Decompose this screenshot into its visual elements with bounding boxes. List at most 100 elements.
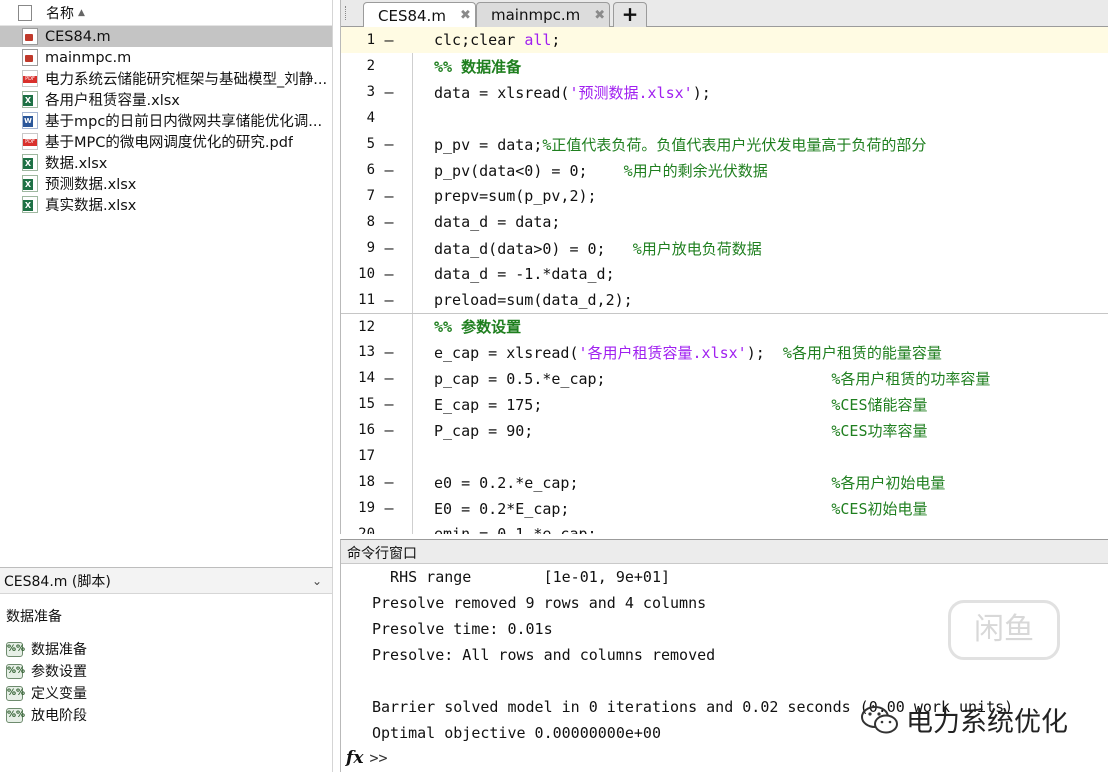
file-list-header[interactable]: 名称 ▲: [0, 0, 332, 26]
file-item[interactable]: CES84.m: [0, 26, 332, 47]
code-line[interactable]: 11 — preload=sum(data_d,2);: [341, 287, 1108, 313]
code-token: data_d(data>0) = 0;: [434, 239, 633, 258]
section-item[interactable]: %% 定义变量: [0, 682, 332, 704]
breakpoint-marker[interactable]: —: [381, 31, 397, 49]
code-token: E_cap = 175;: [434, 395, 832, 414]
file-item[interactable]: 基于mpc的日前日内微网共享储能优化调...: [0, 110, 332, 131]
code-line[interactable]: 1 — clc;clear all;: [341, 27, 1108, 53]
code-line[interactable]: 20 — emin = 0.1.*e_cap;: [341, 521, 1108, 534]
line-number[interactable]: 12: [341, 319, 375, 335]
tab-ces84[interactable]: CES84.m ✖: [363, 2, 476, 28]
code-line[interactable]: 15 — E_cap = 175; %CES储能容量: [341, 391, 1108, 417]
breakpoint-marker[interactable]: —: [381, 343, 397, 361]
breakpoint-marker[interactable]: —: [381, 213, 397, 231]
code-line[interactable]: 18 — e0 = 0.2.*e_cap; %各用户初始电量: [341, 469, 1108, 495]
line-number[interactable]: 7: [341, 188, 375, 204]
line-number[interactable]: 9: [341, 240, 375, 256]
code-line[interactable]: 3 — data = xlsread('预测数据.xlsx');: [341, 79, 1108, 105]
code-token: clc;clear: [434, 31, 525, 49]
function-browser-icon[interactable]: fx: [346, 748, 363, 768]
code-token: ;: [551, 31, 561, 49]
command-window-title: 命令行窗口: [341, 540, 1108, 564]
code-token: %各用户初始电量: [831, 473, 946, 492]
breakpoint-marker[interactable]: —: [381, 135, 397, 153]
breakpoint-marker[interactable]: —: [381, 499, 397, 517]
code-token: '预测数据.xlsx': [569, 83, 693, 102]
code-text: p_cap = 0.5.*e_cap; %各用户租赁的功率容量: [434, 368, 990, 389]
code-line[interactable]: 10 — data_d = -1.*data_d;: [341, 261, 1108, 287]
line-number[interactable]: 18: [341, 474, 375, 490]
file-item[interactable]: mainmpc.m: [0, 47, 332, 68]
code-line[interactable]: 7 — prepv=sum(p_pv,2);: [341, 183, 1108, 209]
close-icon[interactable]: ✖: [594, 8, 605, 23]
breakpoint-marker[interactable]: —: [381, 83, 397, 101]
file-name: mainmpc.m: [45, 49, 132, 66]
tab-mainmpc[interactable]: mainmpc.m ✖: [476, 2, 610, 27]
line-number[interactable]: 13: [341, 344, 375, 360]
code-line[interactable]: 16 — P_cap = 90; %CES功率容量: [341, 417, 1108, 443]
breakpoint-marker[interactable]: —: [381, 265, 397, 283]
breakpoint-marker[interactable]: —: [381, 473, 397, 491]
code-line[interactable]: 9 — data_d(data>0) = 0; %用户放电负荷数据: [341, 235, 1108, 261]
line-number[interactable]: 10: [341, 266, 375, 282]
breakpoint-marker[interactable]: —: [381, 369, 397, 387]
line-number[interactable]: 2: [341, 58, 375, 74]
line-number[interactable]: 15: [341, 396, 375, 412]
code-text: p_pv(data<0) = 0; %用户的剩余光伏数据: [434, 160, 768, 181]
code-editor[interactable]: 1 — clc;clear all; 2 %% 数据准备 3 — data = xlsread…: [341, 27, 1108, 534]
breakpoint-marker[interactable]: —: [381, 525, 397, 534]
code-token: %正值代表负荷。负值代表用户光伏发电量高于负荷的部分: [542, 135, 927, 154]
code-text: %% 数据准备: [434, 56, 521, 77]
line-number[interactable]: 5: [341, 136, 375, 152]
section-item[interactable]: %% 放电阶段: [0, 704, 332, 726]
line-number[interactable]: 17: [341, 448, 375, 464]
code-line[interactable]: 19 — E0 = 0.2*E_cap; %CES初始电量: [341, 495, 1108, 521]
breakpoint-marker[interactable]: —: [381, 239, 397, 257]
breakpoint-marker[interactable]: —: [381, 421, 397, 439]
code-line[interactable]: 14 — p_cap = 0.5.*e_cap; %各用户租赁的功率容量: [341, 365, 1108, 391]
line-number[interactable]: 3: [341, 84, 375, 100]
section-icon: %%: [6, 707, 25, 723]
line-number[interactable]: 8: [341, 214, 375, 230]
code-token: %用户放电负荷数据: [632, 239, 762, 258]
sort-ascending-icon[interactable]: ▲: [78, 8, 85, 18]
line-number[interactable]: 20: [341, 526, 375, 534]
new-tab-button[interactable]: +: [613, 2, 647, 27]
breakpoint-marker[interactable]: —: [381, 395, 397, 413]
code-line[interactable]: 8 — data_d = data;: [341, 209, 1108, 235]
file-item[interactable]: 预测数据.xlsx: [0, 173, 332, 194]
breakpoint-marker[interactable]: —: [381, 291, 397, 309]
line-number[interactable]: 16: [341, 422, 375, 438]
xlsx-file-icon: [22, 154, 38, 171]
code-line[interactable]: 6 — p_pv(data<0) = 0; %用户的剩余光伏数据: [341, 157, 1108, 183]
section-item[interactable]: %% 数据准备: [0, 638, 332, 660]
code-line[interactable]: 4: [341, 105, 1108, 131]
code-text: P_cap = 90; %CES功率容量: [434, 420, 927, 441]
breakpoint-marker[interactable]: —: [381, 161, 397, 179]
tab-bar-grip-icon[interactable]: [345, 6, 348, 20]
file-item[interactable]: 数据.xlsx: [0, 152, 332, 173]
line-number[interactable]: 1: [341, 32, 375, 48]
line-number[interactable]: 14: [341, 370, 375, 386]
code-line[interactable]: 2 %% 数据准备: [341, 53, 1108, 79]
file-item[interactable]: 电力系统云储能研究框架与基础模型_刘静...: [0, 68, 332, 89]
section-item[interactable]: %% 参数设置: [0, 660, 332, 682]
file-item[interactable]: 基于MPC的微电网调度优化的研究.pdf: [0, 131, 332, 152]
code-line[interactable]: 13 — e_cap = xlsread('各用户租赁容量.xlsx'); %各用户…: [341, 339, 1108, 365]
line-number[interactable]: 4: [341, 110, 375, 126]
breakpoint-marker[interactable]: —: [381, 187, 397, 205]
file-item[interactable]: 真实数据.xlsx: [0, 194, 332, 215]
code-line[interactable]: 17: [341, 443, 1108, 469]
name-column-header[interactable]: 名称: [46, 3, 74, 23]
command-prompt[interactable]: fx >>: [341, 744, 1108, 772]
close-icon[interactable]: ✖: [460, 8, 471, 23]
code-line[interactable]: 5 — p_pv = data;%正值代表负荷。负值代表用户光伏发电量高于负荷的部分: [341, 131, 1108, 157]
line-number[interactable]: 11: [341, 292, 375, 308]
details-header[interactable]: CES84.m (脚本) ⌄: [0, 568, 332, 594]
code-line[interactable]: 12 %% 参数设置: [341, 313, 1108, 339]
line-number[interactable]: 19: [341, 500, 375, 516]
chevron-down-icon[interactable]: ⌄: [312, 574, 322, 588]
file-item[interactable]: 各用户租赁容量.xlsx: [0, 89, 332, 110]
code-token: e0 = 0.2.*e_cap;: [434, 473, 832, 492]
line-number[interactable]: 6: [341, 162, 375, 178]
